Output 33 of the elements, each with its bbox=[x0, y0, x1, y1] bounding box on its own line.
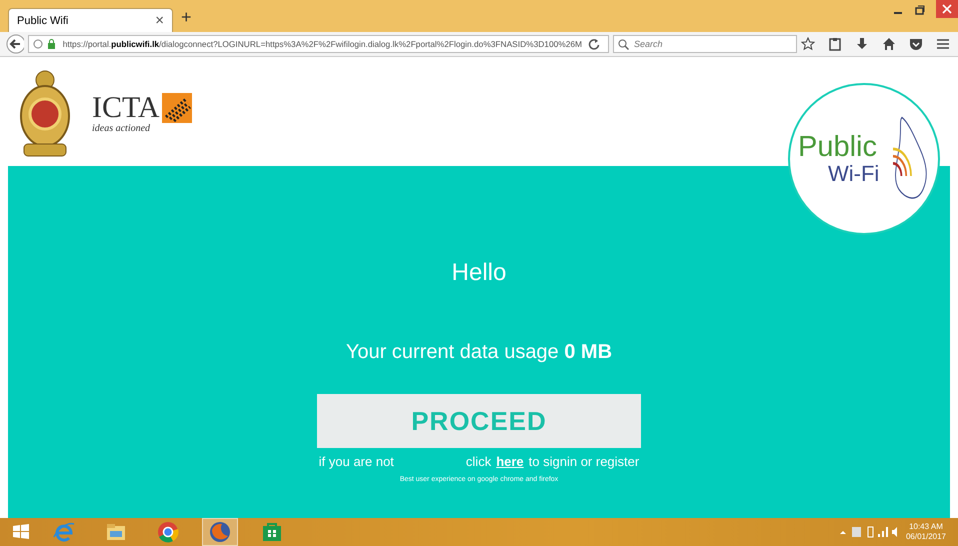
clock-date: 06/01/2017 bbox=[906, 532, 946, 542]
restore-icon[interactable] bbox=[914, 4, 926, 16]
menu-icon[interactable] bbox=[936, 37, 950, 51]
notice-text: if you are not bbox=[318, 454, 394, 469]
address-bar[interactable]: https://portal.publicwifi.lk/dialogconnect?LOGINURL=https%3A%2F%2Fwifilogin.dialog.lk%2Fportal%2Flogin.do%3FNASID%3D100%26M bbox=[28, 35, 609, 53]
clock-time: 10:43 AM bbox=[909, 522, 943, 532]
square-pattern-icon bbox=[162, 93, 192, 123]
data-usage-text: Your current data usage 0 MB bbox=[346, 341, 612, 364]
notice-text: to signin or register bbox=[528, 454, 640, 469]
clipboard-icon[interactable] bbox=[828, 37, 842, 51]
back-icon[interactable] bbox=[6, 34, 24, 54]
tab-title: Public Wifi bbox=[17, 14, 68, 26]
logo-word: Wi-Fi bbox=[828, 162, 880, 186]
logo-tagline: ideas actioned bbox=[92, 123, 152, 134]
url-text: https://portal.publicwifi.lk/dialogconnect?LOGINURL=https%3A%2F%2Fwifilogin.dialog.lk%2Fportal%2Flogin.do%3FNASID%3D100%26M bbox=[62, 39, 582, 49]
new-tab-button[interactable]: + bbox=[181, 7, 192, 28]
search-field[interactable]: Search bbox=[613, 35, 797, 53]
notice-text: click bbox=[466, 454, 492, 469]
emblem-icon bbox=[18, 68, 72, 160]
greeting: Hello bbox=[452, 259, 506, 287]
logo-word: Public bbox=[798, 132, 877, 162]
reload-icon[interactable] bbox=[588, 38, 600, 50]
download-icon[interactable] bbox=[855, 37, 869, 51]
info-lock-icon bbox=[32, 39, 57, 49]
star-icon[interactable] bbox=[801, 37, 815, 51]
system-tray-icons[interactable] bbox=[838, 525, 898, 539]
logo-name: ICTA bbox=[92, 93, 160, 123]
search-icon bbox=[618, 39, 629, 50]
windows-start-icon[interactable] bbox=[12, 523, 30, 541]
browser-tab[interactable]: Public Wifi × bbox=[8, 8, 173, 32]
close-icon[interactable] bbox=[936, 0, 958, 18]
close-tab-button[interactable]: × bbox=[155, 12, 164, 29]
home-icon[interactable] bbox=[882, 37, 896, 51]
